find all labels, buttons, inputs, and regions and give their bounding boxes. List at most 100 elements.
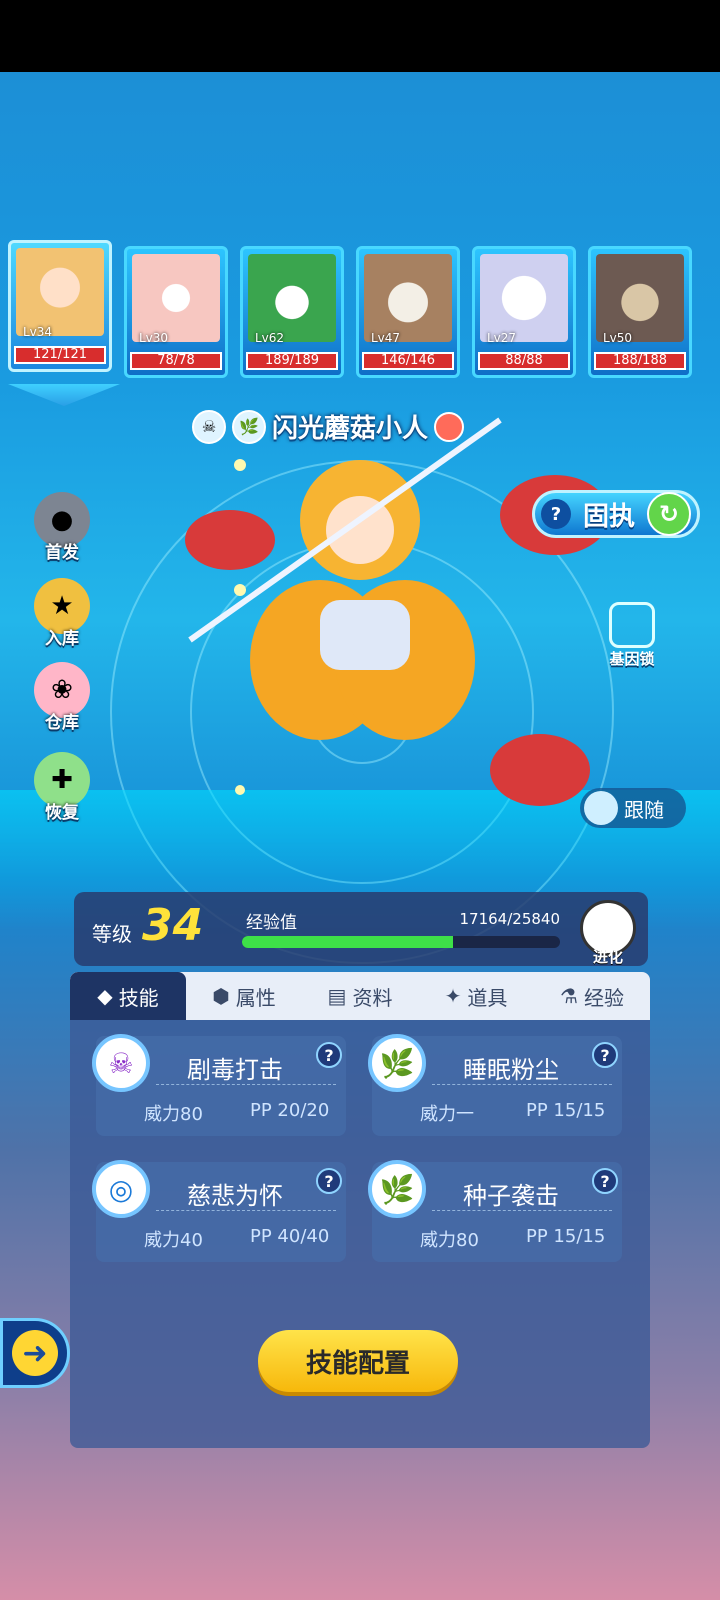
pet-level: Lv62	[255, 331, 285, 345]
tab-label: 经验	[583, 985, 624, 1010]
skill-pp: PP 20/20	[250, 1100, 330, 1121]
exp-track	[242, 936, 560, 948]
skill-config-button[interactable]: 技能配置	[258, 1330, 458, 1392]
grass-icon: 🌿	[368, 1034, 426, 1092]
skill-pp: PP 15/15	[526, 1100, 606, 1121]
warehouse-label: 仓库	[45, 713, 79, 733]
gender-icon	[434, 411, 465, 442]
level-bar: 等级 34 经验值 17164/25840 进化	[74, 892, 648, 966]
tab-label: 道具	[467, 985, 508, 1010]
evolve-button[interactable]: 进化	[576, 900, 640, 967]
skill-card[interactable]: 🌿 种子袭击 ? 威力80 PP 15/15	[368, 1160, 622, 1262]
refresh-icon[interactable]: ↻	[646, 492, 691, 536]
gene-lock-button[interactable]: 基因锁	[598, 602, 666, 669]
gene-lock-label: 基因锁	[609, 650, 655, 668]
skill-pp: PP 40/40	[250, 1226, 330, 1247]
nature-panel[interactable]: ? 固执 ↻	[532, 490, 700, 538]
back-button[interactable]: ➜	[0, 1318, 70, 1388]
back-arrow-icon: ➜	[12, 1330, 58, 1376]
pet-portrait	[480, 254, 568, 342]
heal-label: 恢复	[45, 803, 79, 823]
skill-name: 睡眠粉尘	[463, 1056, 559, 1084]
pet-portrait	[248, 254, 336, 342]
pet-portrait	[132, 254, 220, 342]
pet-portrait	[364, 254, 452, 342]
pet-name: 闪光蘑菇小人	[272, 414, 429, 444]
roster-slot-1[interactable]: Lv34 121/121	[8, 240, 112, 372]
tab-experience[interactable]: ⚗ 经验	[534, 972, 650, 1020]
pet-level: Lv47	[371, 331, 401, 345]
clipboard-icon: ▤	[327, 984, 347, 1008]
pet-portrait	[16, 248, 104, 336]
pet-name-bar: ☠ 🌿 闪光蘑菇小人	[192, 408, 465, 445]
skill-power: 威力40	[144, 1230, 203, 1251]
poison-icon: ☠	[192, 409, 226, 444]
help-icon[interactable]: ?	[592, 1042, 618, 1068]
evolve-label: 进化	[592, 948, 623, 966]
gene-lock-icon	[609, 602, 655, 648]
tab-skills[interactable]: ◆ 技能	[70, 972, 186, 1020]
store-button[interactable]: ★ 入库	[30, 578, 94, 649]
hp-bar: 88/88	[478, 352, 570, 370]
divider	[156, 1084, 336, 1085]
hexagon-icon: ⬢	[212, 984, 230, 1008]
pet-portrait	[596, 254, 684, 342]
tab-label: 属性	[235, 985, 276, 1010]
exp-label: 经验值	[246, 913, 297, 933]
hp-bar: 121/121	[14, 346, 106, 364]
skill-power: 威力80	[144, 1104, 203, 1125]
help-icon[interactable]: ?	[316, 1042, 342, 1068]
hammer-icon: ✦	[444, 984, 462, 1008]
toggle-knob	[584, 791, 618, 825]
tab-label: 技能	[118, 985, 159, 1010]
level-value: 34	[142, 900, 204, 951]
pet-level: Lv27	[487, 331, 517, 345]
roster-slot-4[interactable]: Lv47 146/146	[356, 246, 460, 378]
tab-profile[interactable]: ▤ 资料	[302, 972, 418, 1020]
store-label: 入库	[45, 629, 79, 649]
skill-card[interactable]: ☠ 剧毒打击 ? 威力80 PP 20/20	[92, 1034, 346, 1136]
follow-toggle[interactable]: 跟随	[580, 788, 686, 828]
hp-bar: 189/189	[246, 352, 338, 370]
help-icon[interactable]: ?	[316, 1168, 342, 1194]
divider	[432, 1084, 612, 1085]
status-bar	[0, 0, 720, 72]
pet-level: Lv50	[603, 331, 633, 345]
tab-attributes[interactable]: ⬢ 属性	[186, 972, 302, 1020]
help-icon[interactable]: ?	[541, 499, 571, 529]
skill-name: 慈悲为怀	[187, 1182, 283, 1210]
roster-slot-3[interactable]: Lv62 189/189	[240, 246, 344, 378]
hp-bar: 146/146	[362, 352, 454, 370]
lineup-label: 首发	[45, 543, 79, 563]
skill-name: 种子袭击	[463, 1182, 559, 1210]
divider	[156, 1210, 336, 1211]
divider	[432, 1210, 612, 1211]
tab-items[interactable]: ✦ 道具	[418, 972, 534, 1020]
pet-level: Lv34	[23, 325, 53, 339]
tab-bar: ◆ 技能 ⬢ 属性 ▤ 资料 ✦ 道具 ⚗ 经验	[70, 972, 650, 1020]
selected-indicator	[8, 384, 120, 406]
roster-slot-2[interactable]: Lv30 78/78	[124, 246, 228, 378]
skill-power: 威力一	[420, 1104, 474, 1125]
grass-icon: 🌿	[368, 1160, 426, 1218]
pet-artwork	[185, 417, 610, 806]
tab-label: 资料	[352, 985, 393, 1010]
help-icon[interactable]: ?	[592, 1168, 618, 1194]
follow-label: 跟随	[624, 797, 664, 822]
skill-card[interactable]: 🌿 睡眠粉尘 ? 威力一 PP 15/15	[368, 1034, 622, 1136]
diamond-icon: ◆	[97, 984, 113, 1008]
roster-slot-6[interactable]: Lv50 188/188	[588, 246, 692, 378]
warehouse-button[interactable]: ❀ 仓库	[30, 662, 94, 733]
roster-slot-5[interactable]: Lv27 88/88	[472, 246, 576, 378]
hp-bar: 78/78	[130, 352, 222, 370]
level-label: 等级	[92, 922, 132, 946]
exp-value: 17164/25840	[459, 910, 561, 928]
heal-button[interactable]: ✚ 恢复	[30, 752, 94, 823]
skill-card[interactable]: ◎ 慈悲为怀 ? 威力40 PP 40/40	[92, 1160, 346, 1262]
pet-level: Lv30	[139, 331, 169, 345]
normal-type-icon: ◎	[92, 1160, 150, 1218]
skill-name: 剧毒打击	[187, 1056, 283, 1084]
grass-icon: 🌿	[232, 409, 266, 444]
poison-icon: ☠	[92, 1034, 150, 1092]
lineup-button[interactable]: ● 首发	[30, 492, 94, 563]
